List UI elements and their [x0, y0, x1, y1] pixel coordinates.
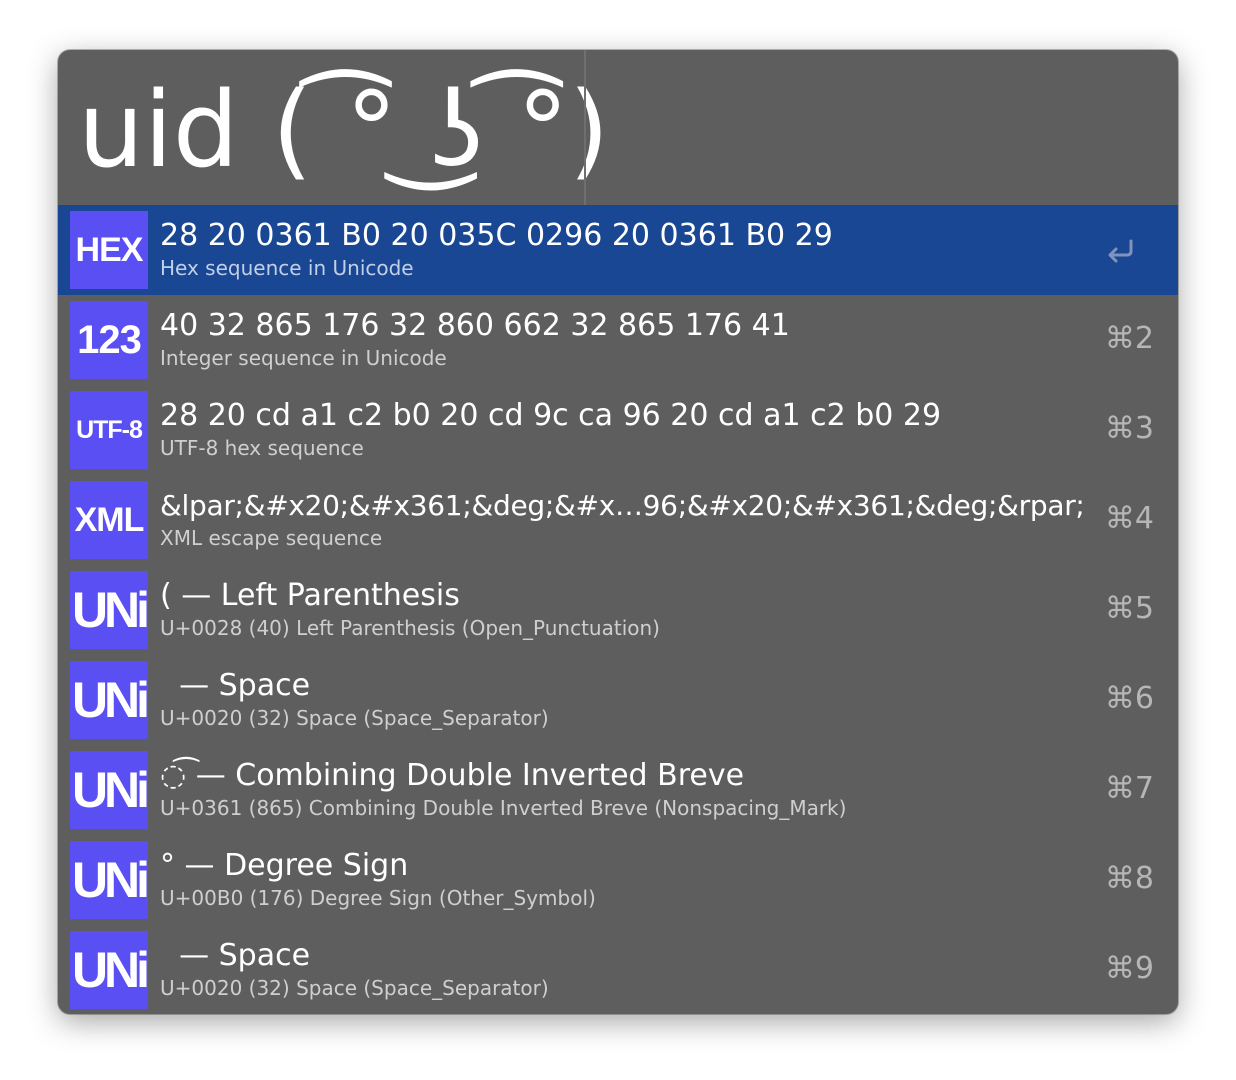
result-row-integer[interactable]: 123 40 32 865 176 32 860 662 32 865 176 … — [58, 295, 1178, 385]
result-subtitle: U+0028 (40) Left Parenthesis (Open_Punct… — [160, 616, 660, 640]
shortcut-label: ⌘8 — [1104, 861, 1154, 896]
unicode-icon: UNi — [70, 931, 150, 1009]
launcher-window: uid ( ͡° ͜ʖ ͡°) HEX 28 20 0361 B0 20 035… — [58, 50, 1178, 1014]
unicode-icon: UNi — [70, 841, 150, 919]
shortcut-label: ⌘4 — [1104, 501, 1154, 536]
hex-icon: HEX — [70, 211, 148, 289]
result-row-space-2[interactable]: UNi — Space U+0020 (32) Space (Space_Sep… — [58, 925, 1178, 1014]
result-title: ( — Left Parenthesis — [160, 578, 460, 613]
shortcut-label: ⌘3 — [1104, 411, 1154, 446]
result-title: — Space — [160, 668, 311, 703]
unicode-icon: UNi — [70, 751, 150, 829]
result-title: ° — Degree Sign — [160, 848, 409, 883]
result-subtitle: U+0020 (32) Space (Space_Separator) — [160, 976, 549, 1000]
result-row-degree-sign[interactable]: UNi ° — Degree Sign U+00B0 (176) Degree … — [58, 835, 1178, 925]
results-list: HEX 28 20 0361 B0 20 035C 0296 20 0361 B… — [58, 205, 1178, 1014]
result-subtitle: XML escape sequence — [160, 526, 383, 550]
result-subtitle: U+0020 (32) Space (Space_Separator) — [160, 706, 549, 730]
unicode-icon: UNi — [70, 571, 150, 649]
result-subtitle: U+00B0 (176) Degree Sign (Other_Symbol) — [160, 886, 596, 910]
return-icon — [1108, 239, 1133, 263]
result-subtitle: UTF-8 hex sequence — [160, 436, 364, 460]
result-row-space[interactable]: UNi — Space U+0020 (32) Space (Space_Sep… — [58, 655, 1178, 745]
result-title: 28 20 cd a1 c2 b0 20 cd 9c ca 96 20 cd a… — [160, 398, 942, 433]
shortcut-label: ⌘9 — [1104, 951, 1154, 986]
result-title: 40 32 865 176 32 860 662 32 865 176 41 — [160, 308, 790, 343]
shortcut-label: ⌘6 — [1104, 681, 1154, 716]
result-subtitle: Hex sequence in Unicode — [160, 256, 414, 280]
search-bar[interactable]: uid ( ͡° ͜ʖ ͡°) — [58, 50, 1178, 205]
result-row-left-parenthesis[interactable]: UNi ( — Left Parenthesis U+0028 (40) Lef… — [58, 565, 1178, 655]
integer-icon: 123 — [70, 301, 148, 379]
result-title: — Space — [160, 938, 311, 973]
unicode-icon: UNi — [70, 661, 150, 739]
result-title: ◌͡ — Combining Double Inverted Breve — [160, 758, 745, 793]
shortcut-label: ⌘2 — [1104, 321, 1154, 356]
shortcut-label: ⌘7 — [1104, 771, 1154, 806]
result-row-combining-breve[interactable]: UNi ◌͡ — Combining Double Inverted Breve… — [58, 745, 1178, 835]
result-row-utf8[interactable]: UTF-8 28 20 cd a1 c2 b0 20 cd 9c ca 96 2… — [58, 385, 1178, 475]
result-row-xml[interactable]: XML &lpar;&#x20;&#x361;&deg;&#x…96;&#x20… — [58, 475, 1178, 565]
utf8-icon: UTF-8 — [70, 391, 148, 469]
result-subtitle: Integer sequence in Unicode — [160, 346, 447, 370]
text-cursor — [584, 50, 586, 205]
result-subtitle: U+0361 (865) Combining Double Inverted B… — [160, 796, 847, 820]
search-input[interactable]: uid ( ͡° ͜ʖ ͡°) — [78, 60, 609, 200]
result-title: &lpar;&#x20;&#x361;&deg;&#x…96;&#x20;&#x… — [160, 489, 1085, 522]
result-row-hex[interactable]: HEX 28 20 0361 B0 20 035C 0296 20 0361 B… — [58, 205, 1178, 295]
result-title: 28 20 0361 B0 20 035C 0296 20 0361 B0 29 — [160, 218, 833, 253]
xml-icon: XML — [70, 481, 148, 559]
shortcut-label: ⌘5 — [1104, 591, 1154, 626]
